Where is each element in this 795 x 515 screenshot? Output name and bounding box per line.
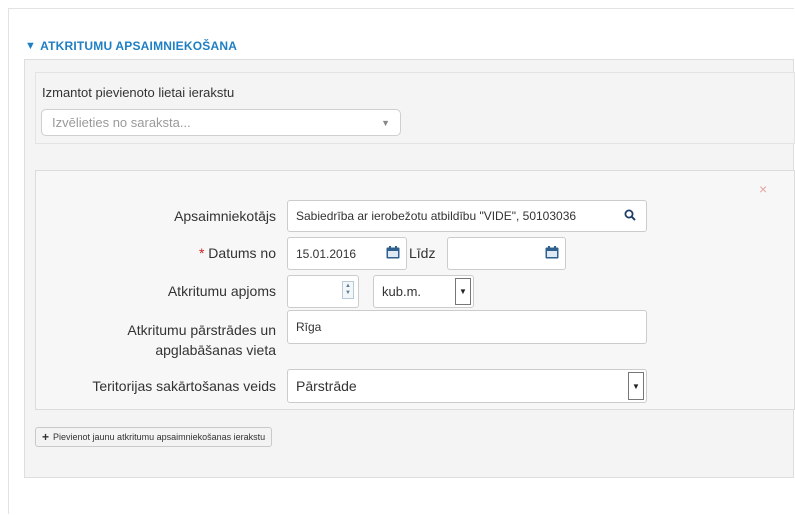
triangle-down-icon[interactable]: ▼ — [25, 40, 36, 52]
method-label: Teritorijas sakārtošanas veids — [92, 378, 276, 394]
manager-value: Sabiedrība ar ierobežotu atbildību "VIDE… — [296, 209, 577, 223]
place-label-line1: Atkritumu pārstrādes un — [127, 322, 276, 338]
calendar-icon[interactable] — [545, 246, 559, 259]
date-from-label: * Datums no — [199, 245, 276, 261]
place-value: Rīga — [296, 320, 322, 334]
volume-input[interactable]: ▲ ▼ — [287, 275, 359, 308]
date-to-label: Līdz — [409, 245, 436, 261]
date-from-label-text: Datums no — [208, 245, 276, 261]
add-record-button-label: Pievienot jaunu atkritumu apsaimniekošan… — [53, 432, 266, 442]
caret-down-icon: ▼ — [381, 118, 390, 128]
date-from-value: 15.01.2016 — [296, 246, 357, 261]
calendar-icon[interactable] — [386, 246, 400, 259]
section-title: ATKRITUMU APSAIMNIEKOŠANA — [40, 39, 238, 53]
caret-down-icon[interactable]: ▼ — [628, 372, 644, 400]
plus-icon: + — [42, 430, 50, 444]
manager-input[interactable]: Sabiedrība ar ierobežotu atbildību "VIDE… — [287, 200, 647, 232]
caret-down-icon[interactable]: ▼ — [455, 278, 471, 305]
record-select-placeholder: Izvēlieties no saraksta... — [52, 115, 191, 130]
spinner-arrows-icon[interactable]: ▲ ▼ — [342, 281, 354, 299]
section-header[interactable]: ▼ ATKRITUMU APSAIMNIEKOŠANA — [25, 39, 237, 53]
place-input[interactable]: Rīga — [287, 310, 647, 344]
add-record-button[interactable]: + Pievienot jaunu atkritumu apsaimniekoš… — [35, 427, 273, 447]
record-select-label: Izmantot pievienoto lietai ierakstu — [42, 85, 235, 100]
unit-select[interactable]: kub.m. ▼ — [373, 275, 474, 308]
method-select[interactable]: Pārstrāde ▼ — [287, 369, 647, 403]
place-label-line2: apglabāšanas vieta — [155, 342, 276, 358]
date-to-input[interactable] — [447, 237, 566, 270]
unit-value: kub.m. — [382, 284, 422, 299]
search-icon[interactable] — [624, 209, 636, 221]
method-value: Pārstrāde — [296, 378, 357, 394]
volume-label: Atkritumu apjoms — [167, 283, 276, 299]
place-label: Atkritumu pārstrādes un apglabāšanas vie… — [127, 320, 276, 360]
record-select[interactable]: Izvēlieties no saraksta... ▼ — [41, 109, 401, 136]
close-icon[interactable]: × — [759, 181, 767, 197]
date-from-input[interactable]: 15.01.2016 — [287, 237, 407, 270]
required-mark: * — [198, 245, 205, 261]
manager-label: Apsaimniekotājs — [174, 208, 276, 224]
